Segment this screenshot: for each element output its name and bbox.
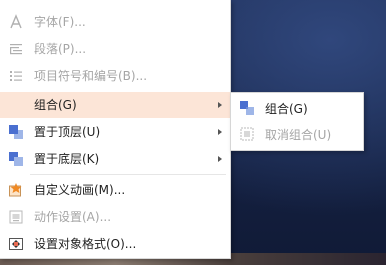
- menu-item-bullets-numbering[interactable]: 项目符号和编号(B)...: [0, 63, 230, 89]
- menu-item-label: 设置对象格式(O)...: [34, 237, 137, 251]
- submenu-item-label: 组合(G): [265, 102, 308, 116]
- menu-item-label: 项目符号和编号(B)...: [34, 69, 148, 83]
- submenu-item-ungroup[interactable]: 取消组合(U): [231, 122, 363, 147]
- menu-item-font[interactable]: 字体(F)...: [0, 9, 230, 35]
- menu-item-label: 置于顶层(U): [34, 125, 101, 139]
- menu-separator: [30, 174, 226, 175]
- custom-animation-icon: [8, 182, 24, 198]
- submenu-item-label: 取消组合(U): [265, 128, 332, 142]
- menu-item-label: 置于底层(K): [34, 152, 100, 166]
- menu-item-label: 段落(P)...: [34, 42, 87, 56]
- submenu-arrow-icon: [218, 156, 222, 162]
- submenu-arrow-icon: [218, 129, 222, 135]
- font-a-icon: [8, 14, 24, 30]
- bullet-list-icon: [8, 68, 24, 84]
- menu-item-custom-animation[interactable]: 自定义动画(M)...: [0, 177, 230, 203]
- menu-item-format-object[interactable]: 设置对象格式(O)...: [0, 231, 230, 257]
- menu-item-label: 自定义动画(M)...: [34, 183, 126, 197]
- menu-item-bring-to-front[interactable]: 置于顶层(U): [0, 119, 230, 145]
- menu-item-send-to-back[interactable]: 置于底层(K): [0, 146, 230, 172]
- menu-item-action-settings[interactable]: 动作设置(A)...: [0, 204, 230, 230]
- ungroup-icon: [239, 126, 255, 142]
- submenu-item-group[interactable]: 组合(G): [231, 96, 363, 121]
- menu-item-label: 动作设置(A)...: [34, 210, 112, 224]
- menu-item-group[interactable]: 组合(G): [0, 92, 230, 118]
- group-submenu: 组合(G) 取消组合(U): [230, 92, 364, 151]
- group-icon: [239, 100, 255, 116]
- submenu-arrow-icon: [218, 102, 222, 108]
- menu-item-label: 字体(F)...: [34, 15, 86, 29]
- send-to-back-icon: [8, 151, 24, 167]
- action-settings-icon: [8, 209, 24, 225]
- menu-item-paragraph[interactable]: 段落(P)...: [0, 36, 230, 62]
- context-menu: 字体(F)... 段落(P)... 项目符号和编号(B)... 组合(G) 置于…: [0, 0, 231, 259]
- bring-to-front-icon: [8, 124, 24, 140]
- paragraph-icon: [8, 41, 24, 57]
- menu-item-label: 组合(G): [34, 98, 77, 112]
- format-object-icon: [8, 236, 24, 252]
